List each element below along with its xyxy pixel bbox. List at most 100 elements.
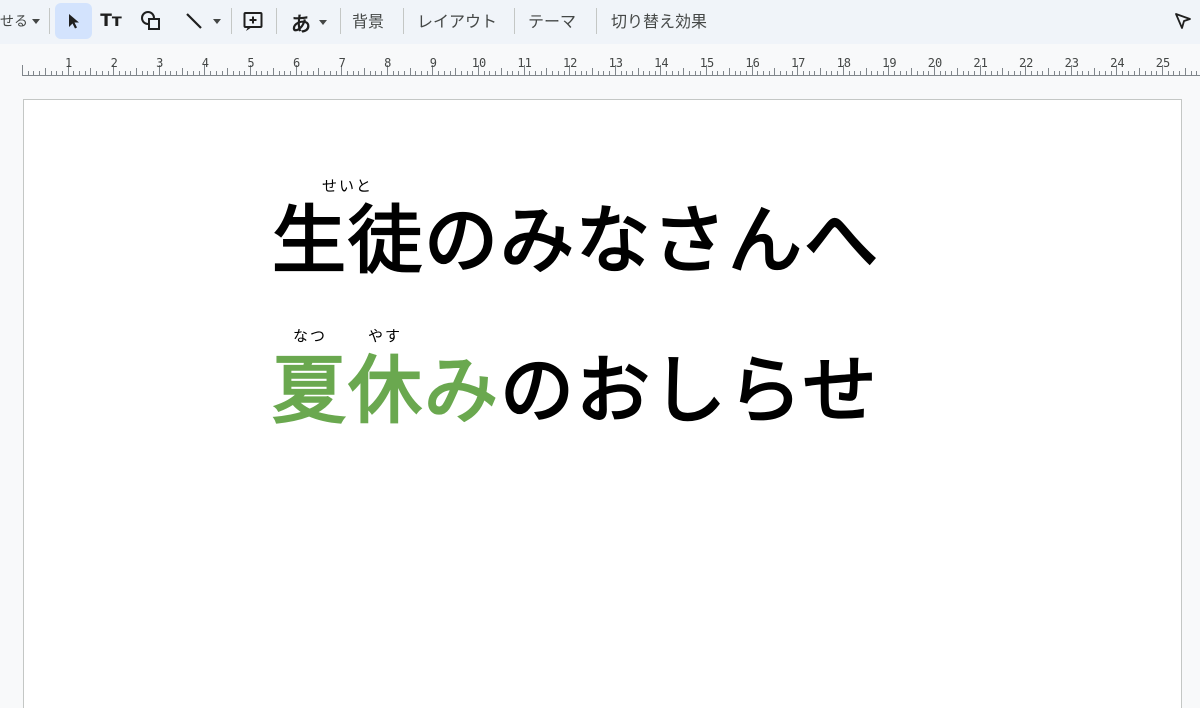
ruler-number: 2 <box>110 56 118 70</box>
ruler-tick <box>130 71 132 75</box>
layout-button[interactable]: レイアウト <box>417 9 497 31</box>
ruler-number: 11 <box>517 56 532 70</box>
select-tool-button[interactable] <box>55 3 92 39</box>
ruler-tick <box>232 71 234 75</box>
ruler-tick <box>557 71 559 75</box>
ruler-tick <box>56 71 58 75</box>
ruler-number: 12 <box>562 56 578 70</box>
ruler-tick <box>193 71 194 75</box>
ruler-tick <box>854 71 856 75</box>
ruler-tick <box>574 71 576 75</box>
ruler-tick <box>153 71 155 75</box>
ruler-tick <box>899 71 901 75</box>
ruler-tick <box>609 71 611 75</box>
ruler-tick <box>136 68 137 75</box>
ruler-tick <box>945 71 947 75</box>
ruler-tick <box>318 68 320 75</box>
ruler-tick <box>535 71 536 75</box>
ruler-tick <box>1127 71 1129 75</box>
ruler-tick <box>244 71 246 75</box>
ruler-number: 16 <box>745 56 760 70</box>
ruler-number: 21 <box>973 56 988 70</box>
ruler-tick <box>512 71 514 75</box>
ruler-number: 8 <box>384 56 392 70</box>
ruler-tick <box>1030 71 1032 75</box>
ruler-tick <box>1076 71 1078 75</box>
cursor-arrow-icon <box>68 14 79 29</box>
title-line-2[interactable]: 夏休みのおしらせ <box>272 354 879 428</box>
line-tool-dropdown[interactable] <box>178 8 226 34</box>
ruler-tick <box>916 71 918 75</box>
ruler-tick <box>39 71 41 75</box>
text-box-button[interactable]: Tт <box>98 8 124 34</box>
ruler-tick <box>369 71 371 75</box>
ruler-tick <box>210 71 212 75</box>
ruler-tick <box>877 71 878 75</box>
ruler-tick <box>90 68 92 75</box>
ruler-tick <box>198 71 200 75</box>
ruler-tick <box>312 71 314 75</box>
ruler-tick <box>666 71 668 75</box>
ruler-tick <box>1048 68 1049 75</box>
ruby-natsu: なつ <box>293 327 328 345</box>
ruler-tick <box>272 68 274 75</box>
ruler-tick <box>181 68 183 75</box>
background-button[interactable]: 背景 <box>352 9 384 31</box>
ruler-tick <box>449 71 451 75</box>
ruler-tick <box>951 71 953 75</box>
cut-tool-dropdown[interactable]: せる <box>0 10 40 32</box>
layout-label: レイアウト <box>417 12 498 31</box>
ruler-tick <box>620 71 622 75</box>
ruler-tick <box>677 71 679 75</box>
ruler-number: 22 <box>1018 56 1034 70</box>
ruler-tick <box>426 71 428 75</box>
laser-pointer-button[interactable] <box>1170 8 1196 34</box>
ruler-tick <box>1133 71 1135 75</box>
ruler-tick <box>768 71 770 75</box>
ruler-tick <box>472 71 474 75</box>
toolbar-divider <box>49 8 50 34</box>
ruler-tick <box>221 71 223 75</box>
toolbar-divider <box>340 8 341 34</box>
ruler-tick <box>540 71 542 75</box>
slide-canvas[interactable]: せいと 生徒のみなさんへ なつ やす 夏休みのおしらせ <box>23 99 1182 708</box>
ruler-number: 23 <box>1064 56 1080 70</box>
ruler-tick <box>1156 71 1158 75</box>
shape-button[interactable] <box>138 8 164 34</box>
ruler-number: 25 <box>1155 56 1171 70</box>
ruler-tick <box>683 68 685 75</box>
ruler-tick <box>922 71 924 75</box>
ruler-tick <box>985 71 987 75</box>
insert-comment-button[interactable] <box>240 8 266 34</box>
ruler-tick <box>346 71 348 75</box>
ruby-yasu: やす <box>368 327 403 345</box>
ruler-tick <box>1099 71 1101 75</box>
cut-tool-label: せる <box>0 14 28 30</box>
ruler-tick <box>358 71 360 75</box>
theme-button[interactable]: テーマ <box>528 9 576 31</box>
ruler-number: 24 <box>1110 56 1125 70</box>
ruler-tick <box>586 71 588 75</box>
horizontal-ruler[interactable]: 1 2 3 4 5 6 7 8 9 10 11 12 13 14 15 16 17 18 19 20 21 22 23 24 2… <box>0 54 1200 78</box>
ruler-tick <box>1196 71 1198 75</box>
ruler-tick <box>403 71 405 75</box>
ruler-tick <box>22 65 23 75</box>
input-tools-dropdown[interactable]: あ <box>286 8 332 36</box>
ruler-tick <box>329 71 331 75</box>
transition-button[interactable]: 切り替え効果 <box>611 9 707 31</box>
ruler-tick <box>255 71 257 75</box>
ruler-tick <box>238 71 240 75</box>
ruler-tick <box>996 71 998 75</box>
ruler-tick <box>711 71 713 75</box>
ruler-tick <box>723 71 725 75</box>
ruler-tick <box>991 71 992 75</box>
ruler-tick <box>580 71 582 75</box>
ruler-tick <box>1144 71 1146 75</box>
ruler-tick <box>27 71 29 75</box>
ruler-tick <box>894 71 896 75</box>
title-line-1[interactable]: 生徒のみなさんへ <box>272 204 880 278</box>
ruler-tick <box>175 71 177 75</box>
ruler-tick <box>814 71 816 75</box>
ruler-number: 3 <box>156 56 164 70</box>
chevron-down-icon <box>32 18 40 24</box>
